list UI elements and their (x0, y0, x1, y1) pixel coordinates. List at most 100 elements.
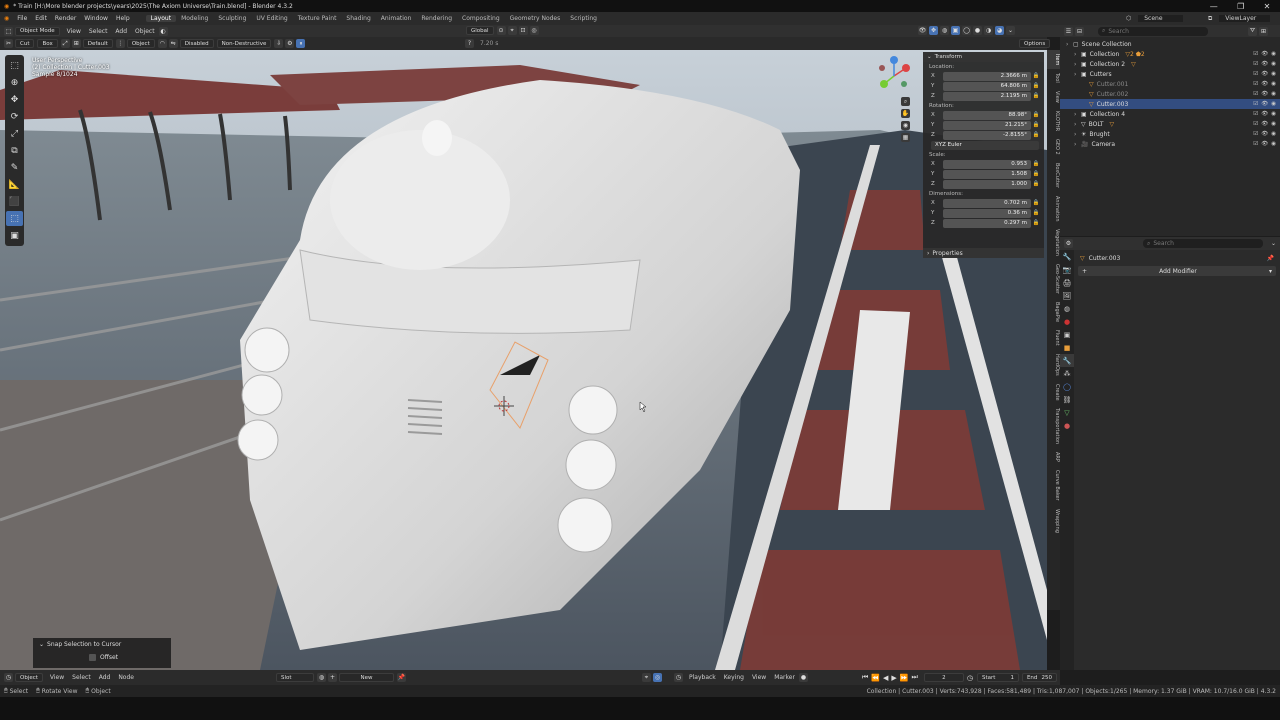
outliner-item-name[interactable]: Cutter.002 (1097, 91, 1129, 98)
scene-name[interactable]: Scene (1138, 15, 1183, 22)
visibility-toggles[interactable]: ☑ 👁 ◉ (1253, 81, 1276, 87)
view-menu[interactable]: View (67, 28, 81, 35)
zoom-icon[interactable]: ⌕ (901, 97, 910, 106)
particles-tab-icon[interactable]: ⁂ (1060, 367, 1074, 380)
output-tab-icon[interactable]: 🖨 (1060, 276, 1074, 289)
expand-chevron-icon[interactable]: › (1074, 51, 1081, 58)
active-object-name[interactable]: Cutter.003 (1089, 255, 1121, 262)
camera-icon[interactable]: ◉ (1271, 101, 1276, 107)
scale-z-field[interactable]: 1.000 (943, 179, 1031, 189)
proportional-editing-icon[interactable]: ◎ (653, 673, 662, 682)
outliner-row[interactable]: ▽ Cutter.002 ☑ 👁 ◉ (1060, 89, 1280, 99)
last-operation-panel[interactable]: ⌄ Snap Selection to Cursor Offset (33, 638, 171, 668)
outliner-item-name[interactable]: Collection (1090, 51, 1120, 58)
tab-item[interactable]: Item (1047, 50, 1060, 70)
view-layer-tab-icon[interactable]: 🖼 (1060, 289, 1074, 302)
tab-create[interactable]: Create (1047, 380, 1060, 405)
overlay-icon[interactable]: ◍ (940, 26, 949, 35)
constraints-tab-icon[interactable]: ⛓ (1060, 393, 1074, 406)
view-menu[interactable]: View (50, 674, 64, 681)
move-tool-icon[interactable]: ✥ (6, 92, 23, 107)
view-layer-name[interactable]: ViewLayer (1219, 15, 1271, 22)
offset-checkbox[interactable] (89, 654, 96, 661)
outliner-item-name[interactable]: Cutter.001 (1097, 81, 1129, 88)
tab-hardops[interactable]: HardOps (1047, 350, 1060, 380)
pin-icon[interactable]: 📌 (1267, 255, 1274, 262)
outliner-row[interactable]: › ▢ Scene Collection (1060, 39, 1280, 49)
hardops-tool-icon[interactable]: ▣ (6, 228, 23, 243)
tab-compositing[interactable]: Compositing (457, 15, 505, 22)
checkbox-icon[interactable]: ☑ (1253, 121, 1258, 127)
dimensions-z-field[interactable]: 0.297 m (943, 218, 1031, 228)
disabled-dropdown[interactable]: Disabled (179, 39, 214, 48)
checkbox-icon[interactable]: ☑ (1253, 61, 1258, 67)
location-z-field[interactable]: 2.1195 m (943, 91, 1031, 101)
tab-bagapie[interactable]: BagaPie (1047, 298, 1060, 326)
pan-hand-icon[interactable]: ✋ (901, 109, 910, 118)
outliner-row[interactable]: › 🎥 Camera ☑ 👁 ◉ (1060, 139, 1280, 149)
tab-animation[interactable]: Animation (1047, 192, 1060, 226)
cut-icon[interactable]: ✂ (4, 39, 13, 48)
editor-type-icon[interactable]: ◷ (4, 673, 13, 682)
lock-icon[interactable]: 🔒 (1031, 112, 1041, 118)
camera-icon[interactable]: ◉ (1271, 111, 1276, 117)
object-menu[interactable]: Object (135, 28, 155, 35)
transform-tool-icon[interactable]: ⧉ (6, 143, 23, 158)
camera-icon[interactable]: ◉ (1271, 51, 1276, 57)
download-icon[interactable]: ⇩ (274, 39, 284, 48)
expand-chevron-icon[interactable]: › (1066, 41, 1073, 48)
snapping-icon[interactable]: ⌖ (642, 673, 651, 682)
marker-menu[interactable]: Marker (774, 674, 795, 681)
gizmo-icon[interactable]: ✥ (929, 26, 938, 35)
tab-wrapping[interactable]: Wrapping (1047, 505, 1060, 537)
pivot-icon[interactable]: ⊙ (496, 26, 506, 35)
play-reverse-icon[interactable]: ◀ (883, 674, 888, 682)
lock-icon[interactable]: 🔒 (1031, 171, 1041, 177)
expand-chevron-icon[interactable]: › (1074, 141, 1081, 148)
tab-vegetation[interactable]: Vegetation (1047, 225, 1060, 260)
visibility-toggles[interactable]: ☑ 👁 ◉ (1253, 141, 1276, 147)
options-dropdown[interactable]: Options (1019, 39, 1051, 48)
rotation-mode-dropdown[interactable]: XYZ Euler (931, 140, 1039, 150)
tab-geo-scatter[interactable]: Geo-Scatter (1047, 260, 1060, 298)
navigation-gizmo[interactable] (874, 56, 914, 96)
shading-options-icon[interactable]: ⌄ (1006, 26, 1015, 35)
visibility-toggles[interactable]: ☑ 👁 ◉ (1253, 111, 1276, 117)
outliner-search-input[interactable]: ⌕ Search (1098, 26, 1208, 36)
scale-x-field[interactable]: 0.953 (943, 159, 1031, 169)
expand-chevron-icon[interactable]: › (1074, 121, 1081, 128)
help-icon[interactable]: ? (465, 39, 474, 48)
checkbox-icon[interactable]: ☑ (1253, 131, 1258, 137)
sculpt-icon[interactable]: ◐ (158, 26, 168, 36)
tab-animation[interactable]: Animation (376, 15, 417, 22)
tab-layout[interactable]: Layout (145, 15, 177, 22)
dimensions-x-field[interactable]: 0.702 m (943, 198, 1031, 208)
rotation-x-field[interactable]: 88.98° (943, 110, 1031, 120)
camera-icon[interactable]: ◉ (1271, 61, 1276, 67)
properties-editor-icon[interactable]: ⚙ (1064, 239, 1073, 248)
boxcutter-tool-icon[interactable]: ⬚ (6, 211, 23, 226)
rendered-icon[interactable]: ◕ (995, 26, 1004, 35)
checkbox-icon[interactable]: ☑ (1253, 91, 1258, 97)
mode-dropdown[interactable]: Object Mode (15, 26, 60, 36)
location-y-field[interactable]: 64.806 m (943, 81, 1031, 91)
menu-render[interactable]: Render (51, 15, 80, 22)
pin-icon[interactable]: 📌 (397, 673, 406, 682)
view-layer-selector[interactable]: ⧉ ViewLayer (1200, 12, 1274, 25)
camera-icon[interactable]: ◉ (1271, 121, 1276, 127)
lock-icon[interactable]: 🔒 (1031, 132, 1041, 138)
add-modifier-button[interactable]: + Add Modifier ▾ (1078, 266, 1276, 276)
tab-uv-editing[interactable]: UV Editing (251, 15, 292, 22)
tab-tool[interactable]: Tool (1047, 69, 1060, 87)
orientation-dropdown[interactable]: Global (466, 26, 494, 35)
expand-chevron-icon[interactable]: › (1074, 71, 1081, 78)
keying-menu[interactable]: Keying (724, 674, 744, 681)
lock-icon[interactable]: 🔒 (1031, 73, 1041, 79)
object-mode-dropdown[interactable]: Object (15, 673, 43, 682)
add-menu[interactable]: Add (115, 28, 127, 35)
lock-icon[interactable]: 🔒 (1031, 181, 1041, 187)
mirror-icon[interactable]: ⇋ (168, 39, 178, 48)
annotate-tool-icon[interactable]: ✎ (6, 160, 23, 175)
tab-sculpting[interactable]: Sculpting (213, 15, 251, 22)
lock-icon[interactable]: 🔒 (1031, 122, 1041, 128)
